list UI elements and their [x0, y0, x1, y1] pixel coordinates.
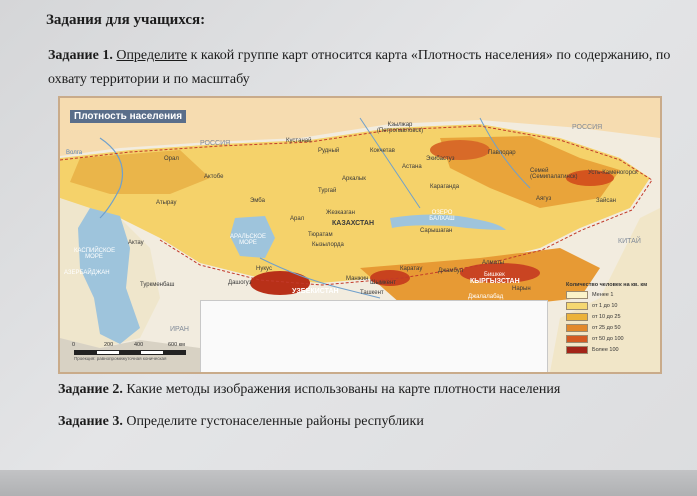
country-label-azerbaijan: АЗЕРБАЙДЖАН [64, 270, 110, 276]
city-label: Атырау [156, 200, 177, 206]
city-label: Павлодар [488, 150, 516, 156]
task-1-underlined-word: Определите [116, 48, 188, 63]
legend-item: от 25 до 50 [566, 322, 660, 333]
scale-tick: 200 [104, 342, 114, 348]
legend-swatch [566, 312, 588, 321]
legend-swatch [566, 290, 588, 299]
legend-label: от 1 до 10 [592, 302, 618, 309]
task-1: Задание 1. Определите к какой группе кар… [48, 44, 673, 92]
legend-label: от 50 до 100 [592, 335, 624, 342]
river-label-volga: Волга [66, 150, 83, 156]
city-label: Эмба [250, 198, 265, 204]
task-2-label: Задание 2. [58, 382, 123, 397]
legend-label: Более 100 [592, 346, 619, 353]
city-label: Аягуз [536, 196, 552, 202]
sea-label-aral: АРАЛЬСКОЕ МОРЕ [230, 234, 266, 246]
map-scale: 0 200 400 600 км Проекция: равнопромежут… [70, 342, 194, 368]
city-label: Жезказган [326, 210, 355, 216]
legend-item: от 10 до 25 [566, 311, 660, 322]
city-label: Ташкент [360, 290, 384, 296]
city-label: Алматы [482, 260, 504, 266]
city-label: Аркалык [342, 176, 366, 182]
legend-rows: Менее 1 от 1 до 10 от 10 до 25 от 25 до 50 о… [566, 289, 660, 355]
legend-item: Менее 1 [566, 289, 660, 300]
city-label: Каратау [400, 266, 423, 272]
city-label: Шымкент [370, 280, 397, 286]
sea-label-caspian: КАСПИЙСКОЕ МОРЕ [74, 248, 116, 260]
scale-tick: 0 [72, 342, 76, 348]
city-label: Рудный [318, 148, 340, 154]
country-label-china: КИТАЙ [618, 238, 641, 245]
city-label: Кустанай [286, 138, 312, 144]
task-2: Задание 2. Какие методы изображения испо… [58, 382, 560, 398]
legend-item: от 50 до 100 [566, 333, 660, 344]
city-label: Нукус [256, 266, 272, 272]
city-label: Экибастуз [426, 156, 455, 162]
legend-label: от 25 до 50 [592, 324, 621, 331]
bottom-edge [0, 470, 697, 496]
lake-label-balkhash: ОЗЕРО БАЛХАШ [429, 210, 455, 222]
city-label: Актау [128, 240, 144, 246]
legend-swatch [566, 301, 588, 310]
task-3: Задание 3. Определите густонаселенные ра… [58, 414, 424, 430]
legend-title: Количество человек на кв. км [566, 282, 648, 288]
map-legend: Количество человек на кв. км Менее 1 от 1… [566, 282, 660, 355]
city-label: Бишкек [484, 272, 505, 278]
city-label: Кызылорда [312, 242, 344, 248]
city-label: Нарын [512, 286, 531, 292]
blank-overlay-box [200, 300, 548, 372]
country-label-russia: РОССИЯ [200, 140, 231, 147]
country-label-uzbekistan: УЗБЕКИСТАН [292, 288, 339, 295]
city-label: Сарышаган [420, 228, 453, 234]
city-label: Астана [402, 164, 422, 170]
scale-note: Проекция: равнопромежуточная коническая [74, 356, 167, 361]
legend-item: Более 100 [566, 344, 660, 355]
city-label: Тургай [318, 188, 337, 194]
scale-tick: 600 км [168, 342, 185, 348]
country-label-kazakhstan: КАЗАХСТАН [332, 220, 374, 227]
legend-label: Менее 1 [592, 291, 614, 298]
task-2-text: Какие методы изображения использованы на… [122, 382, 561, 397]
city-label: Манжин [346, 276, 369, 282]
legend-label: от 10 до 25 [592, 313, 621, 320]
city-label: Усть-Каменогорск [588, 170, 638, 176]
task-3-text: Определите густонаселенные районы респуб… [122, 414, 424, 429]
city-label: Семей (Семипалатинск) [530, 168, 578, 180]
city-label: Актобе [204, 174, 224, 180]
city-label: Караганда [430, 184, 460, 190]
country-label-kyrgyzstan: КЫРГЫЗСТАН [470, 278, 520, 285]
task-1-label: Задание 1. [48, 48, 113, 63]
page-title: Задания для учащихся: [46, 12, 206, 28]
city-label: Зайсан [596, 198, 616, 204]
city-label: Кокчетав [370, 148, 395, 154]
scale-bar [74, 350, 186, 355]
country-label-russia: РОССИЯ [572, 124, 603, 131]
city-label: Джамбул [438, 268, 464, 274]
legend-swatch [566, 334, 588, 343]
city-label: Тюратам [308, 232, 333, 238]
population-density-map: Плотность населения РОССИЯ РОССИЯ КИТАЙ … [58, 96, 662, 374]
legend-swatch [566, 345, 588, 354]
legend-item: от 1 до 10 [566, 300, 660, 311]
city-label: Орал [164, 156, 179, 162]
city-label: Арал [290, 216, 305, 222]
map-title: Плотность населения [70, 110, 187, 123]
task-3-label: Задание 3. [58, 414, 123, 429]
legend-swatch [566, 323, 588, 332]
country-label-iran: ИРАН [170, 326, 189, 333]
scale-tick: 400 [134, 342, 144, 348]
city-label: Кзылжар (Петропавловск) [376, 122, 424, 134]
city-label: Дашогуз [228, 280, 252, 286]
city-label: Туркменбаш [140, 282, 175, 288]
